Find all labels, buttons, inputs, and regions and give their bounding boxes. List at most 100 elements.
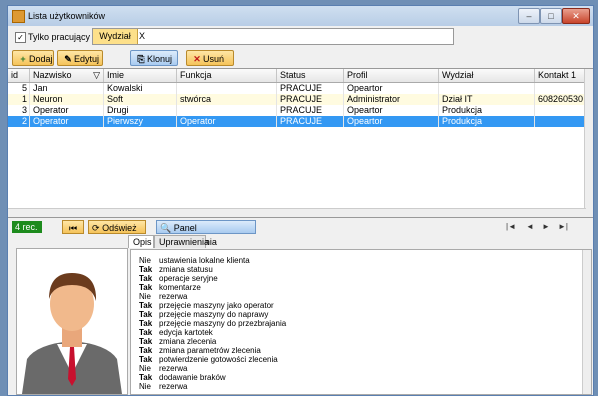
permission-label: przejęcie maszyny do naprawy	[159, 310, 269, 319]
permission-value: Tak	[139, 319, 153, 328]
permission-label: zmiana zlecenia	[159, 337, 217, 346]
department-filter-remove[interactable]: X	[139, 29, 145, 44]
permission-item: Tak przejęcie maszyny do przezbrajania	[139, 319, 286, 328]
minimize-button[interactable]: –	[518, 8, 540, 24]
add-label: Dodaj	[29, 54, 53, 64]
refresh-button[interactable]: ⟳ Odśwież	[88, 220, 146, 234]
table-row-selected[interactable]: 2 Operator Pierwszy Operator PRACUJE Ope…	[8, 116, 586, 127]
delete-button[interactable]: ✕ Usuń	[186, 50, 234, 66]
edit-button[interactable]: ✎ Edytuj	[57, 50, 103, 66]
permission-item: Nie ustawienia lokalne klienta	[139, 256, 250, 265]
person-icon	[22, 273, 122, 394]
permission-value: Tak	[139, 265, 153, 274]
table-row[interactable]: 1 Neuron Soft stwórca PRACUJE Administra…	[8, 94, 586, 105]
permission-label: przejęcie maszyny jako operator	[159, 301, 274, 310]
department-filter-tag: Wydział	[93, 29, 138, 44]
status-bar: 4 rec. ⏮ ⟳ Odśwież 🔍 Panel Wyszukiwania …	[8, 219, 593, 247]
permission-item: Tak edycja kartotek	[139, 328, 213, 337]
permission-label: potwierdzenie gotowości zlecenia	[159, 355, 278, 364]
permission-value: Tak	[139, 346, 153, 355]
permission-item: Nie rezerwa	[139, 382, 187, 391]
table-horizontal-scrollbar[interactable]	[8, 208, 586, 217]
tab-description[interactable]: Opis	[128, 235, 154, 248]
permission-value: Tak	[139, 310, 153, 319]
table-row[interactable]: 3 Operator Drugi PRACUJE Opeartor Produk…	[8, 105, 586, 116]
permission-item: Tak zmiana parametrów zlecenia	[139, 346, 261, 355]
col-header-id[interactable]: id	[8, 69, 30, 82]
permission-item: Nie rezerwa	[139, 292, 187, 301]
app-icon	[12, 10, 25, 23]
close-button[interactable]: ✕	[562, 8, 590, 24]
col-header-name[interactable]: Imie	[104, 69, 177, 82]
permission-value: Tak	[139, 301, 153, 310]
table-row[interactable]: 5 Jan Kowalski PRACUJE Opeartor	[8, 83, 586, 94]
cell-department: Produkcja	[439, 116, 535, 127]
add-button[interactable]: + Dodaj	[12, 50, 54, 66]
permission-value: Tak	[139, 337, 153, 346]
col-header-surname[interactable]: Nazwisko ▽	[30, 69, 104, 82]
table-vertical-scrollbar[interactable]	[584, 69, 593, 217]
cell-department: Produkcja	[439, 105, 535, 116]
permission-label: zmiana parametrów zlecenia	[159, 346, 261, 355]
cell-contact: 608260530	[535, 94, 586, 105]
user-avatar	[16, 248, 128, 395]
permission-item: Tak zmiana statusu	[139, 265, 213, 274]
cell-contact	[535, 105, 586, 116]
cell-surname: Operator	[30, 105, 104, 116]
cell-surname: Jan	[30, 83, 104, 94]
permission-value: Nie	[139, 292, 152, 301]
tab-permissions[interactable]: Uprawnienia	[154, 235, 209, 248]
permission-label: rezerwa	[159, 292, 188, 301]
col-header-profile[interactable]: Profil	[344, 69, 439, 82]
cell-id: 1	[8, 94, 30, 105]
permission-item: Nie rezerwa	[139, 364, 187, 373]
permission-item: Tak komentarze	[139, 283, 201, 292]
col-header-status[interactable]: Status	[277, 69, 344, 82]
cell-status: PRACUJE	[277, 105, 344, 116]
cell-profile: Opeartor	[344, 116, 439, 127]
first-record-button[interactable]: ⏮	[62, 220, 84, 234]
delete-x-icon: ✕	[193, 54, 201, 64]
col-header-department[interactable]: Wydział	[439, 69, 535, 82]
only-working-label: Tylko pracujący	[28, 32, 91, 42]
filter-icon[interactable]: ▽	[93, 69, 100, 82]
only-working-checkbox[interactable]: ✓	[15, 32, 26, 43]
permission-label: ustawienia lokalne klienta	[159, 256, 250, 265]
col-header-function[interactable]: Funkcja	[177, 69, 277, 82]
edit-label: Edytuj	[74, 54, 100, 64]
permission-label: przejęcie maszyny do przezbrajania	[159, 319, 287, 328]
cell-status: PRACUJE	[277, 116, 344, 127]
copy-icon: ⎘	[137, 54, 145, 64]
permission-label: edycja kartotek	[159, 328, 213, 337]
plus-icon: +	[20, 54, 26, 64]
permission-value: Tak	[139, 373, 153, 382]
permission-value: Nie	[139, 382, 152, 391]
search-panel-button[interactable]: 🔍 Panel Wyszukiwania	[156, 220, 256, 247]
refresh-icon: ⟳	[92, 223, 100, 233]
cell-id: 5	[8, 83, 30, 94]
clone-button[interactable]: ⎘ Klonuj	[130, 50, 178, 66]
cell-function	[177, 105, 277, 116]
window-title: Lista użytkowników	[28, 11, 106, 21]
permission-item: Tak przejęcie maszyny do naprawy	[139, 310, 268, 319]
cell-profile: Administrator	[344, 94, 439, 105]
permissions-panel: Nie ustawienia lokalne klienta Tak zmiana …	[130, 249, 592, 395]
cell-profile: Opeartor	[344, 105, 439, 116]
col-header-surname-label: Nazwisko	[33, 70, 72, 80]
nav-last-icon[interactable]: ►|	[558, 222, 568, 231]
cell-name: Kowalski	[104, 83, 177, 94]
nav-prev-icon[interactable]: ◄	[526, 222, 534, 231]
permission-item: Tak przejęcie maszyny jako operator	[139, 301, 274, 310]
department-filter-field[interactable]: Wydział X	[92, 28, 454, 45]
record-count: 4 rec.	[12, 221, 42, 233]
maximize-button[interactable]: □	[540, 8, 562, 24]
search-icon: 🔍	[160, 223, 172, 233]
nav-next-icon[interactable]: ►	[542, 222, 550, 231]
cell-contact	[535, 83, 586, 94]
cell-function: stwórca	[177, 94, 277, 105]
cell-id: 2	[8, 116, 30, 127]
cell-surname: Neuron	[30, 94, 104, 105]
permission-value: Tak	[139, 283, 153, 292]
nav-first-icon[interactable]: |◄	[506, 222, 516, 231]
permissions-scrollbar[interactable]	[582, 250, 591, 394]
